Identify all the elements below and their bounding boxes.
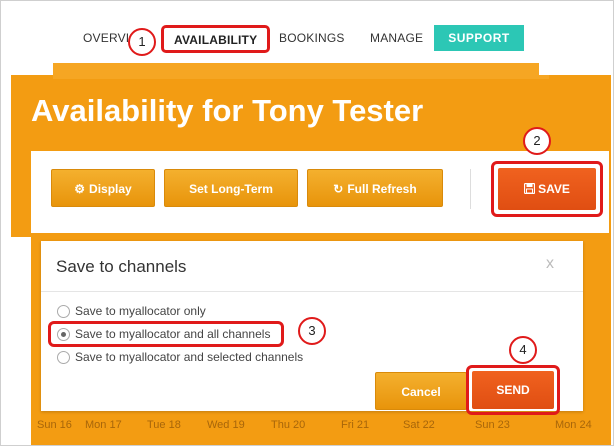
nav-item-manage[interactable]: MANAGE [370, 31, 423, 45]
radio-label: Save to myallocator only [75, 304, 206, 318]
calendar-date: Sun 16 [37, 419, 72, 431]
calendar-date: Fri 21 [341, 419, 370, 431]
cancel-button[interactable]: Cancel [375, 372, 467, 410]
hero-stripe [53, 75, 549, 79]
nav-item-availability[interactable]: AVAILABILITY [161, 25, 271, 53]
refresh-icon: ↻ [333, 182, 344, 196]
radio-label: Save to myallocator and selected channel… [75, 350, 304, 364]
save-button[interactable]: SAVE [498, 168, 596, 210]
nav-item-bookings[interactable]: BOOKINGS [279, 31, 345, 45]
nav-item-support[interactable]: SUPPORT [434, 25, 524, 51]
save-button-label: SAVE [538, 182, 570, 196]
radio-button[interactable] [57, 305, 70, 318]
modal-divider [41, 291, 583, 292]
calendar-date: Mon 24 [555, 419, 592, 431]
send-button[interactable]: SEND [472, 371, 554, 409]
step-marker-1: 1 [128, 28, 156, 56]
set-long-term-button[interactable]: Set Long-Term [164, 169, 298, 207]
radio-button[interactable] [57, 351, 70, 364]
display-button[interactable]: ⚙ Display [51, 169, 155, 207]
floppy-disk-icon [523, 182, 536, 195]
option-highlight [48, 321, 284, 347]
full-refresh-button-label: Full Refresh [347, 182, 417, 196]
page: OVERVI AVAILABILITY BOOKINGS MANAGE SUPP… [0, 0, 614, 446]
modal-title: Save to channels [56, 257, 187, 276]
gear-icon: ⚙ [74, 182, 86, 196]
step-marker-4: 4 [509, 336, 537, 364]
calendar-date: Tue 18 [147, 419, 181, 431]
calendar-date: Thu 20 [271, 419, 306, 431]
display-button-label: Display [89, 182, 132, 196]
calendar-date: Mon 17 [85, 419, 122, 431]
calendar-dates-row: Sun 16 Mon 17 Tue 18 Wed 19 Thu 20 Fri 2… [35, 419, 613, 439]
step-marker-3: 3 [298, 317, 326, 345]
full-refresh-button[interactable]: ↻ Full Refresh [307, 169, 443, 207]
calendar-date: Sat 22 [403, 419, 435, 431]
nav-item-overview[interactable]: OVERVI [83, 31, 129, 45]
page-title: Availability for Tony Tester [31, 93, 424, 128]
hero-stripe-band [53, 63, 539, 75]
toolbar-divider [470, 169, 471, 209]
step-marker-2: 2 [523, 127, 551, 155]
close-icon[interactable]: x [546, 255, 554, 273]
calendar-date: Sun 23 [475, 419, 510, 431]
calendar-date: Wed 19 [207, 419, 245, 431]
